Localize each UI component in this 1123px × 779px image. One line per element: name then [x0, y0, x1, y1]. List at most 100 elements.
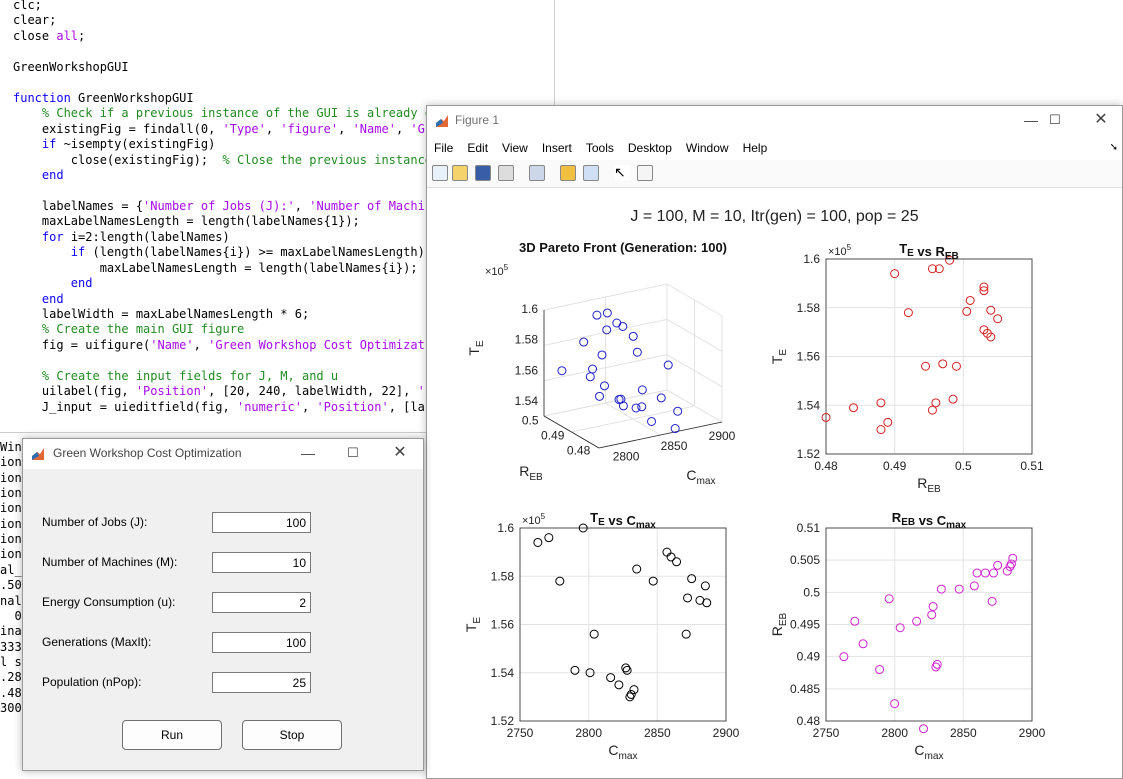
- command-output-line: ion: [0, 470, 22, 485]
- gui-title: Green Workshop Cost Optimization: [53, 446, 242, 460]
- code-line[interactable]: end: [13, 168, 64, 183]
- axis-exponent: ×105: [485, 263, 509, 278]
- code-line[interactable]: GreenWorkshopGUI: [13, 60, 129, 75]
- edit-plot-arrow-icon[interactable]: ↖: [614, 165, 630, 181]
- data-point: [618, 401, 628, 411]
- code-line[interactable]: existingFig = findall(0, 'Type', 'figure…: [13, 122, 425, 137]
- x-tick-label: 2900: [713, 726, 740, 740]
- x-tick-label: 0.49: [883, 459, 907, 473]
- subplot-title: TE vs REB: [899, 241, 959, 262]
- subplot-2: 2750 2800 2850 2900 1.52 1.54 1.56 1.58 1.6 ×105 T…: [463, 510, 740, 762]
- subplot-title: REB vs Cmax: [892, 510, 967, 531]
- menu-help[interactable]: Help: [736, 137, 775, 159]
- menu-file[interactable]: File: [427, 137, 460, 159]
- data-point: [585, 372, 595, 382]
- code-line[interactable]: clc;: [13, 0, 42, 13]
- code-line[interactable]: close(existingFig); % Close the previous…: [13, 153, 432, 168]
- gui-window: Green Workshop Cost Optimization — ☐ ✕ N…: [22, 438, 424, 771]
- y-tick-label: 1.6: [497, 521, 514, 535]
- field-input[interactable]: 100: [212, 512, 311, 533]
- y-tick-label: 0.505: [790, 553, 820, 567]
- print-icon[interactable]: [498, 165, 514, 181]
- x-axis-label: Cmax: [608, 742, 637, 762]
- data-point: [602, 325, 612, 335]
- y-tick-label: 1.52: [797, 447, 821, 461]
- insert-legend-icon[interactable]: [583, 165, 599, 181]
- new-figure-icon[interactable]: [432, 165, 448, 181]
- close-button[interactable]: ✕: [389, 443, 411, 463]
- open-file-icon[interactable]: [452, 165, 468, 181]
- dock-arrow-icon[interactable]: ➘: [1110, 142, 1118, 153]
- figure-titlebar[interactable]: Figure 1 — ☐ ✕: [427, 106, 1122, 136]
- z-tick-label: 1.6: [521, 302, 538, 316]
- menu-edit[interactable]: Edit: [460, 137, 495, 159]
- code-line[interactable]: J_input = uieditfield(fig, 'numeric', 'P…: [13, 400, 432, 415]
- minimize-button[interactable]: —: [1020, 110, 1042, 130]
- code-line[interactable]: end: [13, 292, 64, 307]
- axis-exponent: ×105: [828, 243, 852, 258]
- menu-tools[interactable]: Tools: [579, 137, 621, 159]
- command-output-line: .48: [0, 685, 22, 700]
- code-line[interactable]: if ~isempty(existingFig): [13, 137, 215, 152]
- figure-window: Figure 1 — ☐ ✕ File Edit View Insert Tools De…: [426, 105, 1123, 779]
- field-input[interactable]: 25: [212, 672, 311, 693]
- y-tick-label: 1.52: [491, 714, 515, 728]
- code-line[interactable]: function GreenWorkshopGUI: [13, 91, 194, 106]
- code-line[interactable]: uilabel(fig, 'Position', [20, 240, label…: [13, 384, 425, 399]
- field-input[interactable]: 10: [212, 552, 311, 573]
- link-plot-icon[interactable]: [529, 165, 545, 181]
- field-label: Generations (MaxIt):: [42, 635, 152, 649]
- y-tick-label: 1.56: [797, 350, 821, 364]
- z-axis-label: TE: [466, 340, 486, 356]
- command-output-line: 333: [0, 639, 22, 654]
- figure-menubar: File Edit View Insert Tools Desktop Window Help: [427, 137, 1122, 159]
- y-tick-label: 1.58: [491, 569, 515, 583]
- code-line[interactable]: labelNames = {'Number of Jobs (J):', 'Nu…: [13, 199, 432, 214]
- code-line[interactable]: labelWidth = maxLabelNamesLength * 6;: [13, 307, 309, 322]
- code-line[interactable]: fig = uifigure('Name', 'Green Workshop C…: [13, 338, 425, 353]
- code-line[interactable]: maxLabelNamesLength = length(labelNames{…: [13, 214, 360, 229]
- data-point: [637, 402, 647, 412]
- plot-area: 0.48 0.49 0.5 0.511.521.541.561.581.6 ×105 TE…: [463, 240, 1046, 762]
- insert-colorbar-icon[interactable]: [560, 165, 576, 181]
- y-tick-label: 0.5: [803, 585, 820, 599]
- y-tick-label: 1.56: [491, 618, 515, 632]
- code-line[interactable]: % Check if a previous instance of the GU…: [13, 106, 432, 121]
- code-line[interactable]: if (length(labelNames{i}) >= maxLabelNam…: [13, 245, 425, 260]
- run-button[interactable]: Run: [122, 720, 222, 750]
- data-point: [618, 321, 628, 331]
- code-line[interactable]: for i=2:length(labelNames): [13, 230, 230, 245]
- field-input[interactable]: 100: [212, 632, 311, 653]
- menu-window[interactable]: Window: [679, 137, 736, 159]
- data-point: [656, 393, 666, 403]
- x-tick-label: 2900: [709, 429, 736, 443]
- x-axis-label: Cmax: [686, 467, 715, 487]
- close-button[interactable]: ✕: [1090, 110, 1112, 130]
- menu-desktop[interactable]: Desktop: [621, 137, 679, 159]
- code-line[interactable]: close all;: [13, 29, 85, 44]
- save-icon[interactable]: [475, 165, 491, 181]
- maximize-button[interactable]: ☐: [342, 443, 364, 463]
- code-line[interactable]: end: [13, 276, 93, 291]
- code-line[interactable]: maxLabelNamesLength = length(labelNames{…: [13, 261, 418, 276]
- minimize-button[interactable]: —: [297, 443, 319, 463]
- maximize-button[interactable]: ☐: [1044, 110, 1066, 130]
- command-output-line: al_: [0, 562, 22, 577]
- code-line[interactable]: % Create the main GUI figure: [13, 322, 244, 337]
- gui-titlebar[interactable]: Green Workshop Cost Optimization — ☐ ✕: [23, 439, 423, 469]
- stop-button[interactable]: Stop: [242, 720, 342, 750]
- menu-insert[interactable]: Insert: [535, 137, 579, 159]
- y-tick-label: 0.485: [790, 682, 820, 696]
- data-point: [592, 310, 602, 320]
- data-point: [919, 724, 929, 734]
- data-point: [557, 366, 567, 376]
- menu-view[interactable]: View: [495, 137, 535, 159]
- code-line[interactable]: clear;: [13, 13, 56, 28]
- field-input[interactable]: 2: [212, 592, 311, 613]
- data-point: [579, 337, 589, 347]
- y-tick-label: 0.51: [797, 521, 821, 535]
- code-line[interactable]: % Create the input fields for J, M, and …: [13, 369, 338, 384]
- command-output-line: ion: [0, 516, 22, 531]
- x-tick-label: 2850: [644, 726, 671, 740]
- property-inspector-icon[interactable]: [637, 165, 653, 181]
